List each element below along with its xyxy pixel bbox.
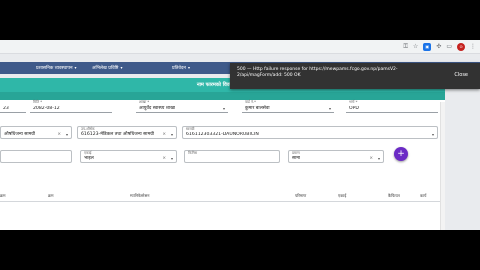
- ward-select[interactable]: वार्ड नं.* कुमार बालसेवा ▾: [242, 100, 334, 113]
- unit-select[interactable]: एकाई भाइल × ▾: [80, 150, 177, 163]
- field-value: सामा: [292, 156, 301, 161]
- browser-toolbar: ⚿ ☆ ▣ ✣ ▭ ⊙ ⋮: [0, 40, 480, 54]
- quantity-field[interactable]: [0, 150, 72, 163]
- field-value: औषधिजन्य सामग्री: [4, 132, 36, 137]
- chevron-down-icon: ▾: [187, 65, 190, 70]
- sidebar-icon[interactable]: ▭: [446, 42, 452, 52]
- chevron-down-icon: ▾: [170, 132, 173, 137]
- col-header: कैफियत: [388, 193, 400, 198]
- subheading-select[interactable]: उप-शीर्षक 616123-मेडिकल तथा औषधिजन्य साम…: [77, 126, 177, 139]
- col-header: क्रम: [0, 193, 6, 198]
- scrollbar[interactable]: [440, 102, 445, 230]
- chevron-down-icon: ▾: [431, 132, 434, 137]
- clear-icon[interactable]: ×: [162, 156, 166, 161]
- finish-field[interactable]: फिनिस: [184, 150, 280, 163]
- col-header: परिमाण: [295, 193, 307, 198]
- nav-item-reports[interactable]: प्रतिवेदन ▾: [172, 62, 190, 74]
- puzzle-icon[interactable]: ✣: [436, 42, 441, 52]
- nav-item-admin[interactable]: प्रशासनिक व्यवस्थापन ▾: [36, 62, 77, 74]
- nav-item-records[interactable]: अभिलेख प्रविष्टि ▾: [92, 62, 123, 74]
- chevron-down-icon: ▾: [170, 156, 173, 161]
- admission-field[interactable]: भर्ना * OPD: [346, 100, 438, 113]
- nav-item-label: प्रतिवेदन: [172, 66, 186, 71]
- field-label: भर्ना *: [349, 100, 358, 104]
- letterbox-top: [0, 0, 480, 40]
- letterbox-bottom: [0, 230, 480, 270]
- error-toast: 500 — Http failure response for https://…: [230, 63, 480, 89]
- field-value: 616123-मेडिकल तथा औषधिजन्य सामग्री: [81, 132, 154, 137]
- evidence-select[interactable]: प्रमाण सामा × ▾: [288, 150, 384, 163]
- field-value: भाइल: [84, 156, 94, 161]
- branch-select[interactable]: शाखा * आयुर्वेद स्वास्थ्य शाखा ▾: [136, 100, 228, 113]
- chevron-down-icon: ▾: [120, 65, 123, 70]
- col-header: क्रम: [48, 193, 54, 198]
- category-select[interactable]: औषधिजन्य सामग्री × ▾: [0, 126, 72, 139]
- field-value: 2082-08-12: [33, 106, 60, 111]
- profile-avatar[interactable]: ⊙: [457, 43, 465, 51]
- add-button[interactable]: +: [394, 147, 408, 161]
- panel-subheader: [0, 92, 445, 100]
- chevron-down-icon: ▾: [328, 106, 331, 111]
- field-value: आयुर्वेद स्वास्थ्य शाखा: [139, 106, 176, 111]
- entry-panel: नाम फारमको विवरण प्रविष्टि 23 मिति * 208…: [0, 78, 445, 230]
- col-header: कार्य: [420, 193, 427, 198]
- nav-item-label: अभिलेख प्रविष्टि: [92, 66, 119, 71]
- browser-icon-group: ⚿ ☆ ▣ ✣ ▭ ⊙ ⋮: [403, 42, 476, 52]
- kebab-menu-icon[interactable]: ⋮: [470, 42, 476, 52]
- clear-icon[interactable]: ×: [162, 132, 166, 137]
- col-header: एकाई: [338, 193, 347, 198]
- nav-item-label: प्रशासनिक व्यवस्थापन: [36, 66, 73, 71]
- clear-icon[interactable]: ×: [57, 132, 61, 137]
- extension-badge-icon[interactable]: ▣: [423, 43, 432, 51]
- field-value: OPD: [349, 106, 359, 111]
- date-field[interactable]: मिति * 2082-08-12: [30, 100, 112, 113]
- col-header: म्यानिफेस्टेसन: [130, 193, 150, 198]
- toast-message: 500 — Http failure response for https://…: [237, 67, 398, 78]
- field-value: 616112303321-DAUNORUBICIN: [186, 132, 259, 137]
- key-icon[interactable]: ⚿: [403, 42, 408, 52]
- chevron-down-icon: ▾: [222, 106, 225, 111]
- toast-close-button[interactable]: Close: [454, 72, 468, 78]
- chevron-down-icon: ▾: [74, 65, 77, 70]
- star-icon[interactable]: ☆: [413, 42, 418, 52]
- serial-field[interactable]: 23: [0, 100, 26, 113]
- clear-icon[interactable]: ×: [369, 156, 373, 161]
- field-label: मिति *: [33, 100, 42, 104]
- chevron-down-icon: ▾: [377, 156, 380, 161]
- item-select[interactable]: सामग्री 616112303321-DAUNORUBICIN ▾: [182, 126, 438, 139]
- field-label: फिनिस: [188, 151, 198, 155]
- field-value: कुमार बालसेवा: [245, 106, 270, 111]
- field-value: 23: [3, 106, 9, 111]
- chevron-down-icon: ▾: [65, 132, 68, 137]
- table-header: क्रम क्रम म्यानिफेस्टेसन परिमाण एकाई कैफ…: [0, 192, 445, 202]
